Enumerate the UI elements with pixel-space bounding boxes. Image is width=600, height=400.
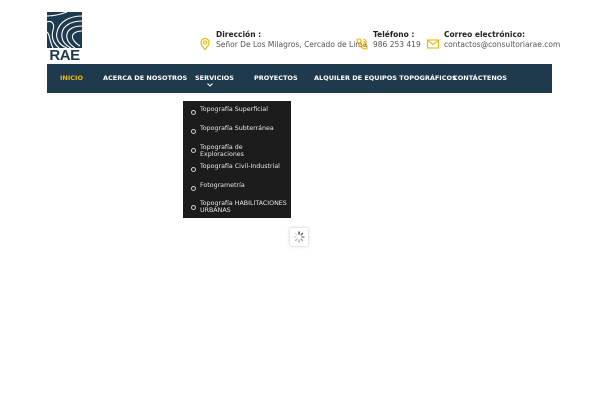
dropdown-item-label: Topografía Civil-Industrial — [200, 163, 280, 170]
contour-lines-icon — [47, 12, 82, 48]
email-value[interactable]: contactos@consultoriarae.com — [444, 40, 560, 50]
nav-item-inicio[interactable]: INICIO — [60, 64, 83, 93]
services-dropdown: Topografía Superficial Topografía Subter… — [183, 101, 291, 218]
dropdown-item-label: Topografía HABILITACIONES URBANAS — [200, 200, 287, 214]
dropdown-item-topografia-civil-industrial[interactable]: Topografía Civil-Industrial — [183, 158, 291, 177]
nav-item-servicios-label: SERVICIOS — [195, 74, 234, 82]
address-label: Dirección : — [216, 30, 262, 39]
contact-address: Dirección : Señor De Los Milagros, Cerca… — [198, 30, 367, 51]
circle-bullet-icon — [191, 129, 196, 134]
map-pin-icon — [200, 37, 210, 51]
main-nav: INICIO ACERCA DE NOSOTROS SERVICIOS PROY… — [47, 64, 552, 93]
circle-bullet-icon — [191, 186, 196, 191]
address-value: Señor De Los Milagros, Cercado de Lima — [216, 40, 368, 49]
circle-bullet-icon — [191, 167, 196, 172]
contact-email: Correo electrónico: contactos@consultori… — [426, 30, 560, 51]
spinner-icon — [293, 231, 305, 243]
dropdown-item-topografia-subterranea[interactable]: Topografía Subterránea — [183, 120, 291, 139]
phone-value[interactable]: 986 253 419 — [373, 40, 421, 50]
nav-item-acerca-de-nosotros[interactable]: ACERCA DE NOSOTROS — [103, 64, 187, 93]
page: RAE Dirección : Señor De Los Milagros, C… — [0, 0, 600, 400]
logo-text: RAE — [49, 47, 80, 64]
dropdown-item-topografia-de-exploraciones[interactable]: Topografía de Exploraciones — [183, 139, 291, 158]
nav-item-proyectos[interactable]: PROYECTOS — [254, 64, 298, 93]
site-logo[interactable]: RAE — [47, 12, 82, 64]
email-label: Correo electrónico: — [444, 30, 526, 39]
dropdown-item-fotogrametria[interactable]: Fotogrametría — [183, 177, 291, 196]
contact-phone: Teléfono : 986 253 419 — [355, 30, 421, 51]
circle-bullet-icon — [191, 148, 196, 153]
circle-bullet-icon — [191, 110, 196, 115]
circle-bullet-icon — [191, 205, 196, 210]
envelope-icon — [426, 39, 440, 49]
dropdown-item-label: Topografía Subterránea — [200, 125, 274, 132]
dropdown-item-label: Fotogrametría — [200, 182, 245, 189]
chevron-down-icon — [207, 83, 213, 87]
nav-item-alquiler-de-equipos[interactable]: ALQUILER DE EQUIPOS TOPOGRÁFICOS — [314, 64, 457, 93]
dropdown-item-label: Topografía Superficial — [200, 106, 268, 113]
dropdown-item-topografia-habilitaciones-urbanas[interactable]: Topografía HABILITACIONES URBANAS — [183, 196, 291, 218]
dropdown-item-label: Topografía de Exploraciones — [200, 144, 244, 158]
phone-label: Teléfono : — [373, 30, 415, 39]
nav-item-servicios[interactable]: SERVICIOS — [195, 64, 234, 93]
phone-icon — [356, 38, 368, 50]
nav-item-contactenos[interactable]: CONTÁCTENOS — [453, 64, 507, 93]
dropdown-item-topografia-superficial[interactable]: Topografía Superficial — [183, 101, 291, 120]
page-loader — [290, 228, 308, 246]
